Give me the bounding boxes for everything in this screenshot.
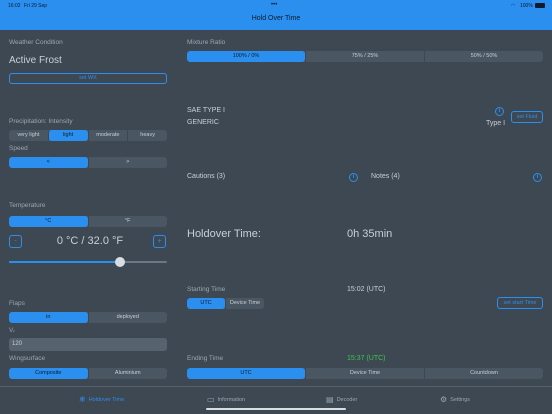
temperature-slider-knob[interactable] <box>114 257 125 267</box>
multitask-dots-icon[interactable]: ••• <box>271 2 277 8</box>
flaps-control: in deployed <box>9 312 167 323</box>
end-option-device-time[interactable]: Device Time <box>305 368 424 379</box>
flaps-label: Flaps <box>9 300 25 307</box>
unit-option-fahrenheit[interactable]: °F <box>87 216 168 227</box>
weather-condition-value: Active Frost <box>9 55 62 66</box>
ending-time-value: 15:37 (UTC) <box>347 355 386 362</box>
status-date: Fri 29 Sep <box>24 3 48 9</box>
status-bar: 16:02 Fri 29 Sep ••• ◠ 100% <box>0 0 552 12</box>
starting-time-value: 15:02 (UTC) <box>347 286 386 293</box>
battery-percent: 100% <box>520 3 533 9</box>
set-wx-button[interactable]: set WX <box>9 73 167 84</box>
fluid-manufacturer: GENERIC <box>187 119 219 126</box>
vr-input[interactable]: 120 <box>9 338 167 351</box>
temperature-slider-track[interactable] <box>9 257 167 267</box>
home-indicator <box>206 408 346 410</box>
fluid-info-icon[interactable]: i <box>495 107 504 116</box>
speed-control: < > <box>9 157 167 168</box>
set-fluid-button[interactable]: set Fluid <box>511 111 543 123</box>
end-option-countdown[interactable]: Countdown <box>424 368 543 379</box>
starting-time-label: Starting Time <box>187 286 226 293</box>
set-start-time-button[interactable]: set start Time <box>497 297 543 309</box>
gear-icon: ⚙ <box>440 395 448 404</box>
mixture-option-100[interactable]: 100% / 0% <box>187 51 305 62</box>
tab-label: Settings <box>450 396 471 403</box>
flaps-option-in[interactable]: in <box>9 312 88 323</box>
precip-option-heavy[interactable]: heavy <box>127 130 167 141</box>
precipitation-label: Precipitation: Intensity <box>9 118 73 125</box>
holdover-time-value: 0h 35min <box>347 228 393 240</box>
vr-label: Vᵣ <box>9 327 15 334</box>
wingsurface-label: Wingsurface <box>9 355 46 362</box>
precip-option-light[interactable]: light <box>47 130 88 141</box>
document-icon: ▤ <box>326 395 334 404</box>
weather-condition-label: Weather Condition <box>9 39 63 46</box>
precip-option-very-light[interactable]: very light <box>9 130 48 141</box>
mixture-option-50[interactable]: 50% / 50% <box>424 51 543 62</box>
battery-icon <box>535 3 545 8</box>
tab-holdover-time[interactable]: ❄ Holdover Time <box>79 395 124 404</box>
ending-time-label: Ending Time <box>187 355 224 362</box>
temperature-label: Temperature <box>9 202 46 209</box>
holdover-time-label: Holdover Time: <box>187 228 261 240</box>
tab-label: Information <box>217 396 246 403</box>
temperature-value: 0 °C / 32.0 °F <box>56 235 124 247</box>
mixture-option-75[interactable]: 75% / 25% <box>305 51 424 62</box>
tab-label: Decoder <box>336 396 358 403</box>
speed-label: Speed <box>9 145 28 152</box>
end-time-format-control: UTC Device Time Countdown <box>187 368 543 379</box>
start-time-format-control: UTC Device Time <box>187 298 264 309</box>
wing-option-composite[interactable]: Composite <box>9 368 88 379</box>
start-option-utc[interactable]: UTC <box>187 298 225 309</box>
snowflake-icon: ❄ <box>79 395 86 404</box>
fluid-name: SAE TYPE I <box>187 107 225 114</box>
status-time: 16:02 <box>8 3 21 9</box>
tab-label: Holdover Time <box>88 396 125 403</box>
mixture-ratio-control: 100% / 0% 75% / 25% 50% / 50% <box>187 51 543 62</box>
precipitation-intensity-control: very light light moderate heavy <box>9 130 167 141</box>
tab-information[interactable]: ▭ Information <box>207 395 245 404</box>
notes-info-icon[interactable]: i <box>533 173 542 182</box>
unit-option-celsius[interactable]: °C <box>9 216 88 227</box>
temperature-slider-fill <box>9 261 120 263</box>
wing-option-aluminium[interactable]: Aluminium <box>87 368 168 379</box>
wingsurface-control: Composite Aluminium <box>9 368 167 379</box>
speed-option-greater[interactable]: > <box>87 157 168 168</box>
wifi-icon: ◠ <box>511 3 516 9</box>
notes-link[interactable]: Notes (4) <box>371 173 400 180</box>
monitor-icon: ▭ <box>207 395 215 404</box>
temperature-unit-control: °C °F <box>9 216 167 227</box>
precip-option-moderate[interactable]: moderate <box>87 130 128 141</box>
tab-settings[interactable]: ⚙ Settings <box>440 395 470 404</box>
temperature-plus-button[interactable]: + <box>153 235 166 248</box>
navigation-bar: Hold Over Time <box>0 12 552 30</box>
temperature-minus-button[interactable]: - <box>9 235 22 248</box>
flaps-option-deployed[interactable]: deployed <box>87 312 168 323</box>
cautions-link[interactable]: Cautions (3) <box>187 173 225 180</box>
start-option-device-time[interactable]: Device Time <box>225 298 264 309</box>
speed-option-less[interactable]: < <box>9 157 88 168</box>
cautions-info-icon[interactable]: i <box>349 173 358 182</box>
tab-decoder[interactable]: ▤ Decoder <box>326 395 357 404</box>
end-option-utc[interactable]: UTC <box>187 368 305 379</box>
page-title: Hold Over Time <box>251 15 301 22</box>
fluid-type: Type I <box>486 120 506 127</box>
mixture-ratio-label: Mixture Ratio <box>187 39 226 46</box>
